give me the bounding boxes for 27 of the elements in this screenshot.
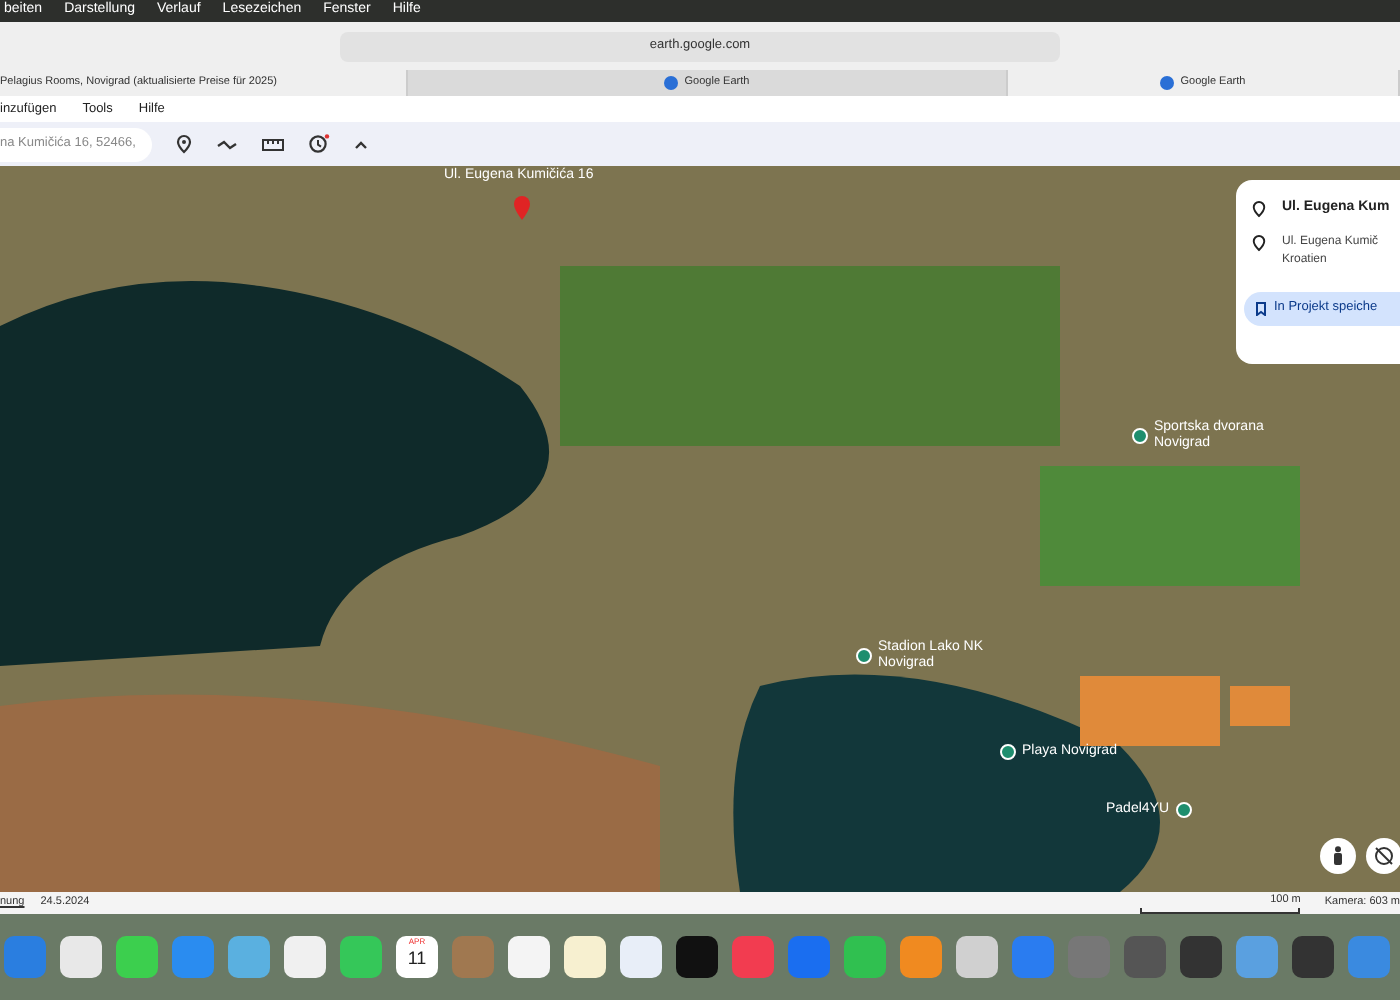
app-icon[interactable] (900, 936, 942, 978)
app-icon[interactable] (564, 936, 606, 978)
globe-icon (664, 76, 679, 90)
app-icon[interactable] (116, 936, 158, 978)
location-marker-icon (514, 196, 530, 220)
globe-icon (1160, 76, 1175, 90)
app-icon[interactable] (620, 936, 662, 978)
app-icon[interactable] (340, 936, 382, 978)
path-icon[interactable] (216, 137, 238, 151)
location-pin-icon[interactable] (176, 134, 192, 154)
location-pin-icon (1252, 233, 1266, 251)
app-icon[interactable] (508, 936, 550, 978)
app-icon[interactable] (228, 936, 270, 978)
app-icon[interactable] (844, 936, 886, 978)
history-icon[interactable] (308, 134, 330, 154)
app-icon[interactable] (1180, 936, 1222, 978)
person-icon (1332, 846, 1344, 866)
app-icon[interactable] (284, 936, 326, 978)
app-icon[interactable] (956, 936, 998, 978)
collapse-icon[interactable] (354, 139, 368, 149)
compass-off-icon (1374, 846, 1394, 866)
location-pin-icon (1252, 199, 1266, 218)
bookmark-icon (1256, 301, 1266, 315)
ruler-icon[interactable] (262, 137, 284, 151)
app-icon[interactable] (1292, 936, 1334, 978)
app-icon[interactable] (676, 936, 718, 978)
app-icon[interactable] (60, 936, 102, 978)
